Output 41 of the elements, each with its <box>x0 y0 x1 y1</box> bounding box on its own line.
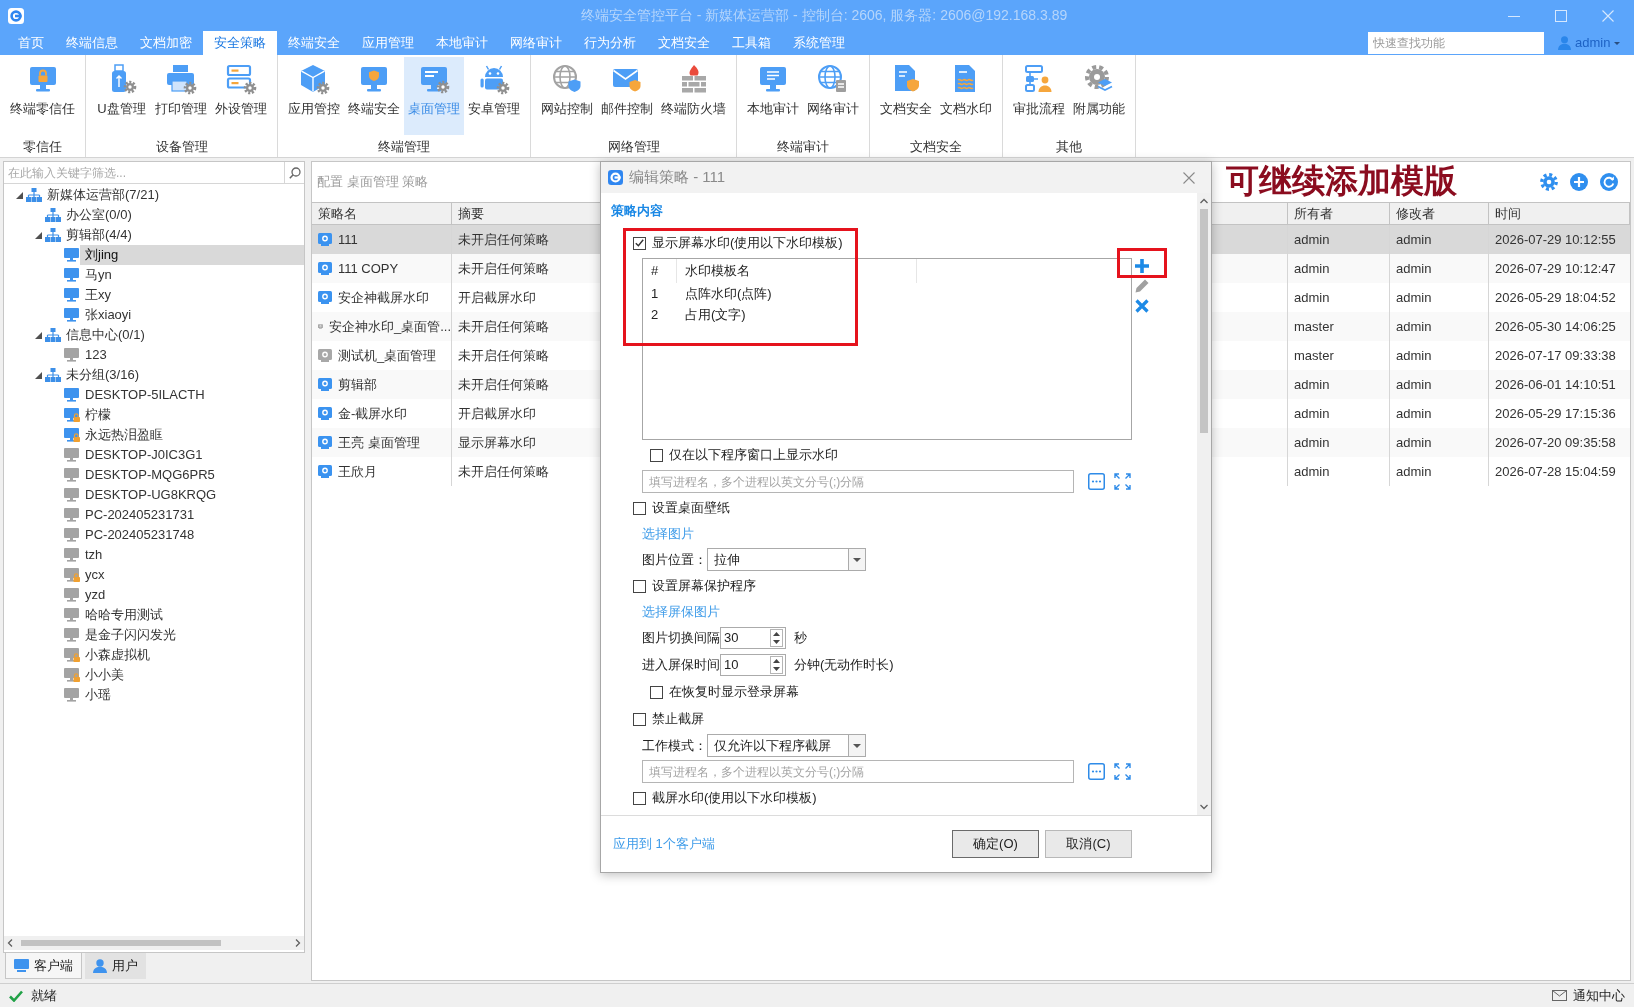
ribbon-group-label: 其他 <box>1055 138 1083 157</box>
unit-label: 秒 <box>794 629 807 648</box>
status-text: 就绪 <box>31 986 57 1005</box>
table-cell-text: 安企神截屏水印 <box>338 288 429 307</box>
table-cell-text: 王欣月 <box>338 462 377 481</box>
table-cell-text: 2026-05-29 18:04:52 <box>1494 288 1617 307</box>
table-cell-text: 王亮 桌面管理 <box>338 433 420 452</box>
field-label: 进入屏保时间 <box>642 656 720 675</box>
ribbon-group-label: 文档安全 <box>909 138 963 157</box>
ribbon-group-label: 零信任 <box>22 138 63 157</box>
field-label: 图片位置： <box>642 550 707 569</box>
table-cell-text: 2026-07-17 09:33:38 <box>1494 346 1617 365</box>
field-label: 工作模式： <box>642 736 707 755</box>
ribbon-group-label: 终端管理 <box>377 138 431 157</box>
table-cell-text: 金-截屏水印 <box>338 404 408 423</box>
table-cell: admin <box>1288 457 1390 486</box>
unit-label: 分钟(无动作时长) <box>794 656 894 675</box>
section-title: 策略内容 <box>611 202 664 221</box>
field-label: 图片切换间隔 <box>642 629 720 648</box>
annotation-text: 可继续添加模版 <box>1226 164 1457 198</box>
list-cell-text: 点阵水印(点阵) <box>684 284 773 303</box>
table-cell-text: 剪辑部 <box>338 375 377 394</box>
table-cell-text: 2026-07-20 09:35:58 <box>1494 433 1617 452</box>
table-cell-text: 2026-07-29 10:12:55 <box>1494 230 1617 249</box>
table-cell-text: 2026-05-30 14:06:25 <box>1494 317 1617 336</box>
table-cell-text: 2026-07-28 15:04:59 <box>1494 462 1617 481</box>
table-cell-text: 2026-06-01 14:10:51 <box>1494 375 1617 394</box>
table-cell-text: 2026-05-29 17:15:36 <box>1494 404 1617 423</box>
table-cell-text: 111 <box>338 230 358 249</box>
table-cell-text: 111 COPY <box>338 259 399 278</box>
ribbon-group-label: 网络管理 <box>606 138 661 157</box>
ribbon-group-label: 终端审计 <box>776 138 830 157</box>
table-cell: admin <box>1390 457 1489 486</box>
table-cell-text: 2026-07-29 10:12:47 <box>1494 259 1617 278</box>
list-cell-text: 1 <box>650 284 660 303</box>
table-cell-text: 测试机_桌面管理 <box>338 346 437 365</box>
breadcrumb: 配置 桌面管理 策略 <box>317 173 429 192</box>
window-title: 终端安全管控平台 - 新媒体运营部 - 控制台: 2606, 服务器: 2606@192.168.3.89 <box>580 6 1068 25</box>
ribbon-group-label: 设备管理 <box>154 138 209 157</box>
table-cell-text: 安企神水印_桌面管... <box>328 317 451 336</box>
dialog-title: 编辑策略 - 111 <box>629 167 726 188</box>
